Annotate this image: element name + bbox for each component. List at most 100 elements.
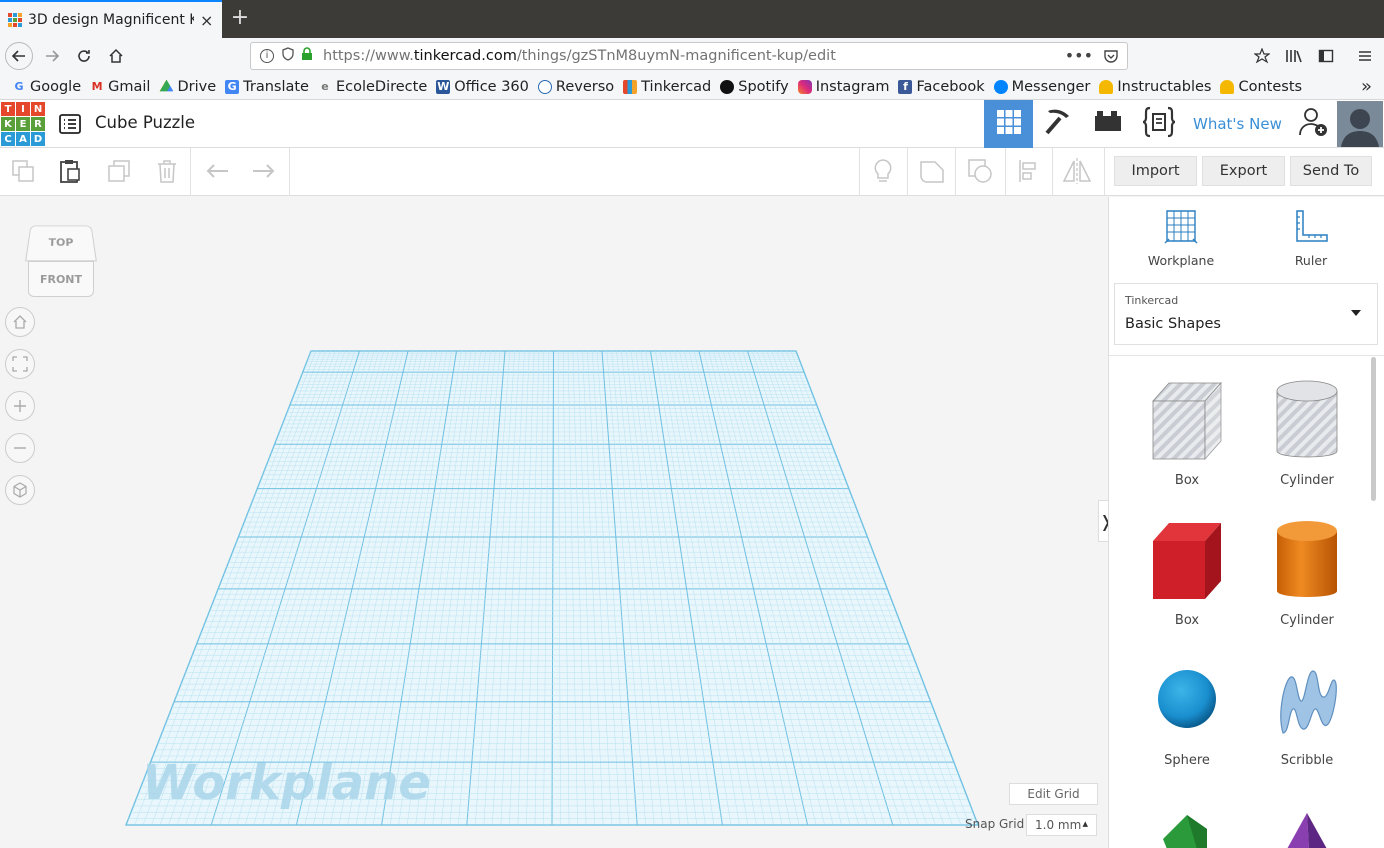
bookmark-reverso[interactable]: Reverso: [537, 79, 614, 95]
shapes-scrollbar[interactable]: [1371, 357, 1376, 501]
spotify-icon: [720, 79, 735, 94]
back-arrow-icon[interactable]: [5, 42, 33, 70]
ruler-tool-icon: [1296, 210, 1328, 242]
browser-tab-strip: 3D design Magnificent Kup × +: [0, 0, 1384, 38]
toolbar-divider: [190, 148, 191, 196]
mirror-icon[interactable]: [1062, 156, 1092, 186]
dropdown-caret-icon: [1351, 310, 1361, 316]
bookmark-contests[interactable]: Contests: [1220, 79, 1302, 95]
tinkercad-icon: [623, 79, 638, 94]
whats-new-link[interactable]: What's New: [1193, 115, 1282, 133]
bricks-view-button[interactable]: [1084, 100, 1132, 148]
pickaxe-icon: [1042, 106, 1074, 142]
url-domain: tinkercad.com: [413, 48, 517, 64]
bookmark-instructables[interactable]: Instructables: [1099, 79, 1211, 95]
redo-icon[interactable]: [249, 156, 279, 186]
shape-scribble[interactable]: Scribble: [1252, 655, 1362, 768]
url-bar[interactable]: i https://www.tinkercad.com/things/gzSTn…: [250, 42, 1128, 70]
bookmark-label: Tinkercad: [641, 78, 712, 95]
import-button[interactable]: Import: [1114, 156, 1197, 186]
minecraft-view-button[interactable]: [1034, 100, 1082, 148]
ruler-tool[interactable]: Ruler: [1261, 207, 1361, 268]
bookmark-instagram[interactable]: Instagram: [797, 79, 889, 95]
bookmark-label: Messenger: [1011, 78, 1091, 95]
ungroup-icon[interactable]: [965, 156, 995, 186]
bookmark-tinkercad[interactable]: Tinkercad: [623, 79, 711, 95]
bookmarks-overflow-button[interactable]: »: [1361, 76, 1372, 97]
shapes-panel: Workplane Ruler Tinkercad Basic Shapes B…: [1108, 197, 1384, 848]
tab-title: 3D design Magnificent Kup: [28, 12, 194, 28]
bookmark-ecoledirecte[interactable]: e EcoleDirecte: [318, 79, 427, 95]
toolbar-divider: [289, 148, 290, 196]
lightbulb-icon[interactable]: [868, 156, 898, 186]
tinkercad-logo[interactable]: T I N K E R C A D: [1, 102, 45, 146]
home-icon[interactable]: [102, 42, 130, 70]
design-title[interactable]: Cube Puzzle: [95, 113, 195, 132]
bookmark-gmail[interactable]: M Gmail: [90, 78, 151, 95]
bookmark-drive[interactable]: Drive: [159, 79, 216, 95]
duplicate-icon[interactable]: [104, 156, 134, 186]
toolbar-divider: [1052, 148, 1053, 196]
library-icon[interactable]: [1280, 42, 1308, 70]
shape-library-dropdown[interactable]: Tinkercad Basic Shapes: [1114, 283, 1378, 345]
snap-grid-select[interactable]: 1.0 mm ▴: [1026, 814, 1097, 836]
panel-collapse-toggle[interactable]: ❭: [1098, 500, 1108, 542]
pyramid-purple-icon: [1287, 813, 1327, 848]
forward-arrow-icon[interactable]: [38, 42, 66, 70]
shape-cylinder-hole[interactable]: Cylinder: [1252, 375, 1362, 488]
cylinder-hole-icon: [1276, 380, 1338, 458]
tracking-shield-icon[interactable]: [281, 47, 295, 65]
word-icon: W: [436, 79, 451, 94]
logo-letter: E: [16, 117, 30, 131]
shape-roof-partial[interactable]: [1132, 809, 1242, 848]
logo-letter: I: [16, 102, 30, 116]
edit-grid-button[interactable]: Edit Grid: [1009, 783, 1098, 805]
undo-icon[interactable]: [202, 156, 232, 186]
invite-user-button[interactable]: [1290, 100, 1336, 148]
shape-box-red[interactable]: Box: [1132, 515, 1242, 628]
bookmark-facebook[interactable]: f Facebook: [898, 79, 985, 95]
3d-workspace[interactable]: TOP FRONT Workplane Edit Grid Snap Grid …: [0, 197, 1108, 848]
add-user-icon: [1296, 105, 1330, 143]
paste-icon[interactable]: [55, 156, 85, 186]
instagram-icon: [797, 79, 812, 94]
shape-pyramid-partial[interactable]: [1252, 809, 1362, 848]
sidebar-toggle-icon[interactable]: [1312, 42, 1340, 70]
copy-icon[interactable]: [8, 156, 38, 186]
export-button[interactable]: Export: [1202, 156, 1285, 186]
shape-sphere[interactable]: Sphere: [1132, 655, 1242, 768]
reload-icon[interactable]: [70, 42, 98, 70]
user-avatar[interactable]: [1336, 100, 1384, 148]
delete-icon[interactable]: [152, 156, 182, 186]
shape-label: Box: [1174, 473, 1200, 488]
pocket-icon[interactable]: [1103, 48, 1119, 68]
bookmark-google[interactable]: G Google: [12, 79, 81, 95]
bookmark-messenger[interactable]: Messenger: [993, 78, 1091, 95]
secure-lock-icon: [301, 47, 313, 65]
bookmark-translate[interactable]: G Translate: [225, 79, 309, 95]
workplane-tool[interactable]: Workplane: [1131, 207, 1231, 268]
new-tab-button[interactable]: +: [228, 6, 252, 30]
toolbar-divider: [907, 148, 908, 196]
group-icon[interactable]: [917, 156, 947, 186]
logo-letter: A: [16, 132, 30, 146]
workplane-tool-icon: [1164, 210, 1198, 244]
workplane-grid[interactable]: Workplane: [0, 197, 1108, 848]
browser-tab[interactable]: 3D design Magnificent Kup ×: [0, 0, 222, 38]
design-menu-icon[interactable]: [58, 112, 82, 136]
3d-view-button[interactable]: [984, 100, 1033, 148]
bookmark-star-icon[interactable]: [1248, 42, 1276, 70]
hamburger-menu-icon[interactable]: [1351, 42, 1379, 70]
align-icon[interactable]: [1014, 156, 1044, 186]
shape-label: Scribble: [1280, 753, 1334, 768]
shape-box-hole[interactable]: Box: [1132, 375, 1242, 488]
bookmark-label: Gmail: [108, 78, 151, 95]
send-to-button[interactable]: Send To: [1290, 156, 1372, 186]
bookmark-office360[interactable]: W Office 360: [436, 79, 529, 95]
bookmark-spotify[interactable]: Spotify: [720, 79, 789, 95]
page-actions-icon[interactable]: •••: [1065, 46, 1093, 65]
tab-close-icon[interactable]: ×: [200, 11, 213, 30]
shape-cylinder-orange[interactable]: Cylinder: [1252, 515, 1362, 628]
codeblocks-button[interactable]: [1134, 100, 1184, 148]
info-icon[interactable]: i: [260, 49, 274, 63]
